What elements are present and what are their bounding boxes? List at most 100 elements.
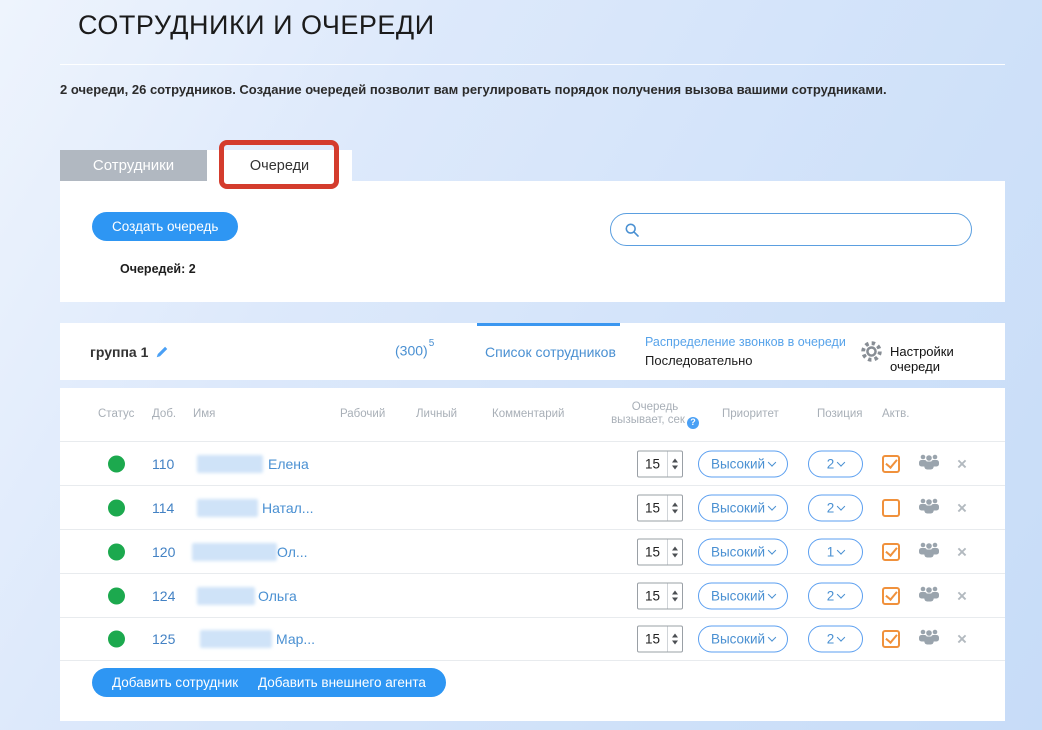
- timeout-value: 15: [638, 583, 667, 608]
- chevron-down-icon: [837, 633, 845, 641]
- stepper-arrows[interactable]: [667, 539, 682, 564]
- redacted-name-block: [197, 587, 255, 605]
- search-input[interactable]: [640, 214, 971, 245]
- chevron-down-icon: [768, 502, 776, 510]
- header-active: Актв.: [882, 408, 909, 420]
- search-icon: [624, 222, 640, 238]
- extension-link[interactable]: 110: [152, 456, 174, 472]
- remove-icon[interactable]: ×: [957, 543, 967, 560]
- active-checkbox[interactable]: [882, 543, 900, 561]
- employee-name-link[interactable]: Ол...: [277, 544, 308, 560]
- help-icon[interactable]: ?: [687, 417, 699, 429]
- priority-dropdown[interactable]: Высокий: [698, 494, 788, 521]
- employee-name-link[interactable]: Мар...: [276, 631, 315, 647]
- timeout-stepper[interactable]: 15: [637, 538, 683, 565]
- stepper-up-icon[interactable]: [672, 546, 678, 550]
- group-capacity-value: (300): [395, 343, 428, 359]
- header-personal: Личный: [416, 408, 457, 420]
- priority-dropdown[interactable]: Высокий: [698, 582, 788, 609]
- tab-queues[interactable]: Очереди: [207, 150, 352, 181]
- chevron-down-icon: [837, 458, 845, 466]
- status-online-dot: [108, 543, 125, 560]
- timeout-value: 15: [638, 451, 667, 476]
- tab-employees[interactable]: Сотрудники: [60, 150, 207, 181]
- stepper-arrows[interactable]: [667, 451, 682, 476]
- create-queue-button[interactable]: Создать очередь: [92, 212, 238, 241]
- remove-icon[interactable]: ×: [957, 631, 967, 648]
- employee-name-link[interactable]: Натал...: [262, 500, 313, 516]
- position-value: 2: [827, 500, 835, 515]
- stepper-arrows[interactable]: [667, 627, 682, 652]
- priority-value: Высокий: [711, 500, 765, 515]
- gear-icon[interactable]: [858, 338, 885, 365]
- chevron-down-icon: [768, 633, 776, 641]
- timeout-stepper[interactable]: 15: [637, 450, 683, 477]
- stepper-down-icon[interactable]: [672, 465, 678, 469]
- chevron-down-icon: [837, 590, 845, 598]
- employees-table-panel: Статус Доб. Имя Рабочий Личный Комментар…: [60, 388, 1005, 721]
- search-box[interactable]: [610, 213, 972, 246]
- edit-pencil-icon[interactable]: [155, 345, 169, 359]
- position-dropdown[interactable]: 2: [808, 626, 863, 653]
- queue-settings-label[interactable]: Настройки очереди: [890, 344, 1005, 374]
- groups-icon[interactable]: [918, 453, 940, 475]
- priority-dropdown[interactable]: Высокий: [698, 538, 788, 565]
- remove-icon[interactable]: ×: [957, 587, 967, 604]
- chevron-down-icon: [837, 502, 845, 510]
- extension-link[interactable]: 114: [152, 500, 174, 516]
- stepper-up-icon[interactable]: [672, 458, 678, 462]
- header-position: Позиция: [817, 408, 862, 420]
- active-checkbox[interactable]: [882, 499, 900, 517]
- extension-link[interactable]: 120: [152, 544, 175, 560]
- employee-name-link[interactable]: Елена: [268, 456, 309, 472]
- group-capacity-sup: 5: [429, 338, 435, 349]
- extension-link[interactable]: 125: [152, 631, 175, 647]
- status-online-dot: [108, 455, 125, 472]
- stepper-arrows[interactable]: [667, 495, 682, 520]
- active-checkbox[interactable]: [882, 630, 900, 648]
- timeout-stepper[interactable]: 15: [637, 626, 683, 653]
- position-dropdown[interactable]: 2: [808, 450, 863, 477]
- stepper-up-icon[interactable]: [672, 590, 678, 594]
- extension-link[interactable]: 124: [152, 588, 175, 604]
- status-online-dot: [108, 631, 125, 648]
- chevron-down-icon: [768, 458, 776, 466]
- stepper-arrows[interactable]: [667, 583, 682, 608]
- group-name-label: группа 1: [90, 344, 148, 360]
- header-name: Имя: [193, 408, 215, 420]
- remove-icon[interactable]: ×: [957, 455, 967, 472]
- header-status: Статус: [98, 408, 134, 420]
- distribution-mode: Последовательно: [645, 353, 753, 368]
- page-title: СОТРУДНИКИ И ОЧЕРЕДИ: [78, 10, 435, 41]
- groups-icon[interactable]: [918, 585, 940, 607]
- position-dropdown[interactable]: 1: [808, 538, 863, 565]
- tab-employee-list[interactable]: Список сотрудников: [485, 344, 616, 360]
- active-checkbox[interactable]: [882, 587, 900, 605]
- add-external-agent-button[interactable]: Добавить внешнего агента: [238, 668, 446, 697]
- position-value: 1: [827, 544, 835, 559]
- active-checkbox[interactable]: [882, 455, 900, 473]
- timeout-stepper[interactable]: 15: [637, 494, 683, 521]
- groups-icon[interactable]: [918, 497, 940, 519]
- position-dropdown[interactable]: 2: [808, 582, 863, 609]
- stepper-down-icon[interactable]: [672, 641, 678, 645]
- timeout-value: 15: [638, 495, 667, 520]
- stepper-up-icon[interactable]: [672, 502, 678, 506]
- stepper-up-icon[interactable]: [672, 634, 678, 638]
- position-value: 2: [827, 588, 835, 603]
- position-dropdown[interactable]: 2: [808, 494, 863, 521]
- remove-icon[interactable]: ×: [957, 499, 967, 516]
- header-queue-calls: Очередь вызывает, сек?: [600, 401, 710, 429]
- queues-count-label: Очередей: 2: [120, 262, 196, 276]
- stepper-down-icon[interactable]: [672, 509, 678, 513]
- stepper-down-icon[interactable]: [672, 553, 678, 557]
- redacted-name-block: [197, 499, 258, 517]
- groups-icon[interactable]: [918, 628, 940, 650]
- stepper-down-icon[interactable]: [672, 597, 678, 601]
- groups-icon[interactable]: [918, 541, 940, 563]
- priority-dropdown[interactable]: Высокий: [698, 626, 788, 653]
- timeout-stepper[interactable]: 15: [637, 582, 683, 609]
- employee-name-link[interactable]: Ольга: [258, 588, 297, 604]
- priority-dropdown[interactable]: Высокий: [698, 450, 788, 477]
- distribution-link[interactable]: Распределение звонков в очереди: [645, 335, 846, 349]
